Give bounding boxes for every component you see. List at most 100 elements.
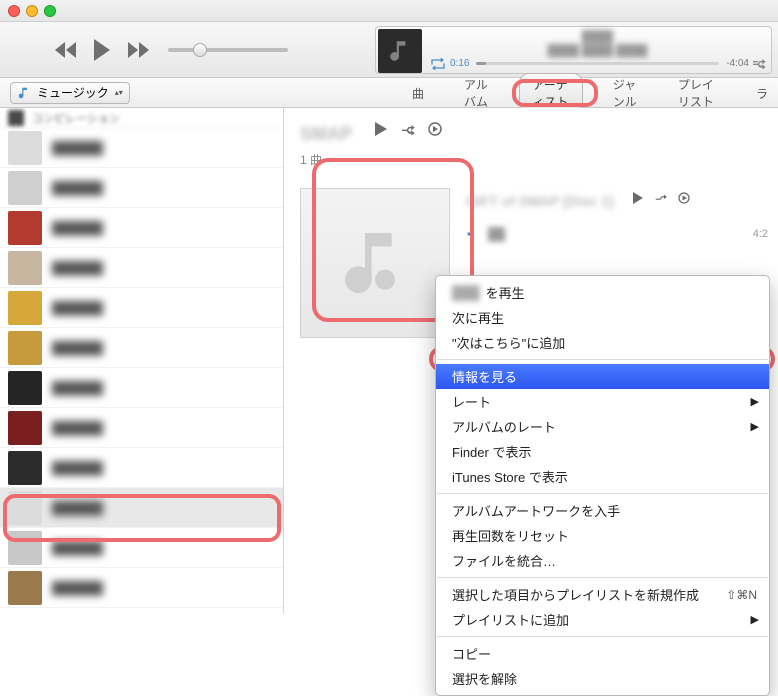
- menu-item--[interactable]: 情報を見る: [436, 364, 769, 389]
- sidebar-artist-item[interactable]: ██████: [0, 568, 283, 608]
- menu-item-Finder-[interactable]: Finder で表示: [436, 439, 769, 464]
- tab-アーティスト[interactable]: アーティスト: [519, 73, 582, 113]
- sidebar-artist-item[interactable]: ██████: [0, 528, 283, 568]
- menu-item--[interactable]: プレイリストに追加▶: [436, 607, 769, 632]
- sidebar-section-header[interactable]: コンピレーション: [0, 108, 283, 128]
- sidebar-artist-label: ██████: [52, 221, 103, 235]
- context-menu: ███を再生次に再生"次はこちら"に追加情報を見るレート▶アルバムのレート▶Fi…: [435, 275, 770, 696]
- music-note-icon: [335, 223, 415, 303]
- tab-アルバム[interactable]: アルバム: [454, 73, 499, 113]
- view-bar: ミュージック ▴▾ 曲アルバムアーティストジャンルプレイリストラ: [0, 78, 778, 108]
- sidebar-artist-item[interactable]: ██████: [0, 408, 283, 448]
- sidebar-artist-item[interactable]: ██████: [0, 488, 283, 528]
- sidebar-artist-item[interactable]: ██████: [0, 448, 283, 488]
- sidebar-artist-item[interactable]: ██████: [0, 328, 283, 368]
- music-note-icon: [17, 86, 31, 100]
- menu-separator: [437, 577, 768, 578]
- sidebar-artist-item[interactable]: ██████: [0, 168, 283, 208]
- progress-bar[interactable]: [476, 62, 719, 65]
- track-duration: 4:2: [753, 228, 768, 240]
- artist-play-button[interactable]: [374, 122, 388, 136]
- menu-item--[interactable]: 再生回数をリセット: [436, 523, 769, 548]
- previous-track-button[interactable]: [54, 42, 78, 58]
- menu-separator: [437, 493, 768, 494]
- menu-item--[interactable]: レート▶: [436, 389, 769, 414]
- artist-artwork-icon: [8, 291, 42, 325]
- sidebar-list: ██████ ██████ ██████ ██████ ██████ ██████ ████…: [0, 128, 283, 608]
- menu-item-iTunes-Store-[interactable]: iTunes Store で表示: [436, 464, 769, 489]
- now-playing-subtitle: ████ ████ ████: [432, 45, 763, 59]
- sidebar-artist-label: ██████: [52, 421, 103, 435]
- track-title: ██: [488, 227, 505, 241]
- sidebar-artist-label: ██████: [52, 181, 103, 195]
- sidebar-artist-item[interactable]: ██████: [0, 128, 283, 168]
- library-selector-label: ミュージック: [37, 84, 109, 101]
- sidebar-artist-item[interactable]: ██████: [0, 288, 283, 328]
- sidebar-artist-label: ██████: [52, 501, 103, 515]
- artist-artwork-icon: [8, 331, 42, 365]
- sidebar-artist-item[interactable]: ██████: [0, 208, 283, 248]
- tab-曲[interactable]: 曲: [402, 82, 434, 105]
- tab-ラ[interactable]: ラ: [746, 82, 778, 105]
- sidebar-artist-item[interactable]: ██████: [0, 248, 283, 288]
- artist-artwork-icon: [8, 131, 42, 165]
- album-play-button[interactable]: [632, 192, 644, 204]
- repeat-icon[interactable]: [430, 58, 446, 70]
- next-track-button[interactable]: [126, 42, 150, 58]
- volume-slider[interactable]: [168, 48, 288, 52]
- window-titlebar: [0, 0, 778, 22]
- album-shuffle-button[interactable]: [654, 192, 668, 204]
- menu-item--[interactable]: アルバムアートワークを入手: [436, 498, 769, 523]
- song-count: 1 曲: [300, 151, 778, 168]
- artist-next-button[interactable]: [428, 122, 442, 136]
- album-title: GIFT of SMAP [Disc 1]: [466, 193, 614, 209]
- artist-artwork-icon: [8, 571, 42, 605]
- elapsed-time: 0:16: [450, 58, 469, 69]
- play-button[interactable]: [92, 39, 112, 61]
- volume-knob[interactable]: [193, 43, 207, 57]
- close-window-button[interactable]: [8, 5, 20, 17]
- artist-artwork-icon: [8, 371, 42, 405]
- artist-artwork-icon: [8, 451, 42, 485]
- speaker-icon: [466, 228, 478, 240]
- artist-shuffle-button[interactable]: [400, 122, 416, 136]
- menu-item--[interactable]: アルバムのレート▶: [436, 414, 769, 439]
- sidebar-artist-label: ██████: [52, 261, 103, 275]
- album-next-button[interactable]: [678, 192, 690, 204]
- artist-artwork-icon: [8, 411, 42, 445]
- menu-item--[interactable]: 選択を解除: [436, 666, 769, 691]
- track-row[interactable]: ██ 4:2: [466, 227, 778, 241]
- submenu-arrow-icon: ▶: [751, 395, 759, 408]
- menu-item--[interactable]: "次はこちら"に追加: [436, 330, 769, 355]
- artist-artwork-icon: [8, 211, 42, 245]
- submenu-arrow-icon: ▶: [751, 420, 759, 433]
- sidebar-section-label: コンピレーション: [32, 110, 120, 126]
- library-selector[interactable]: ミュージック ▴▾: [10, 82, 130, 104]
- remaining-time: -4:04: [726, 58, 749, 69]
- now-playing-artwork: [378, 29, 422, 73]
- menu-item--[interactable]: ███を再生: [436, 280, 769, 305]
- album-artwork[interactable]: [300, 188, 450, 338]
- progress-fill: [476, 62, 486, 65]
- artist-title: SMAP: [300, 124, 352, 145]
- now-playing-title: ████: [432, 31, 763, 45]
- sidebar-artist-label: ██████: [52, 141, 103, 155]
- compilation-icon: [8, 110, 24, 126]
- shuffle-icon[interactable]: [751, 57, 767, 69]
- sidebar-artist-item[interactable]: ██████: [0, 368, 283, 408]
- sidebar-artist-label: ██████: [52, 341, 103, 355]
- artist-artwork-icon: [8, 171, 42, 205]
- menu-item--[interactable]: 選択した項目からプレイリストを新規作成⇧⌘N: [436, 582, 769, 607]
- menu-item--[interactable]: コピー: [436, 641, 769, 666]
- menu-item--[interactable]: ファイルを統合…: [436, 548, 769, 573]
- submenu-arrow-icon: ▶: [751, 613, 759, 626]
- zoom-window-button[interactable]: [44, 5, 56, 17]
- tab-ジャンル[interactable]: ジャンル: [603, 73, 648, 113]
- chevron-updown-icon: ▴▾: [115, 88, 123, 97]
- minimize-window-button[interactable]: [26, 5, 38, 17]
- player-toolbar: ████ ████ ████ ████ 0:16 -4:04: [0, 22, 778, 78]
- sidebar-artist-label: ██████: [52, 541, 103, 555]
- tab-プレイリスト[interactable]: プレイリスト: [668, 73, 726, 113]
- menu-item--[interactable]: 次に再生: [436, 305, 769, 330]
- view-tabs: 曲アルバムアーティストジャンルプレイリストラ: [402, 82, 778, 104]
